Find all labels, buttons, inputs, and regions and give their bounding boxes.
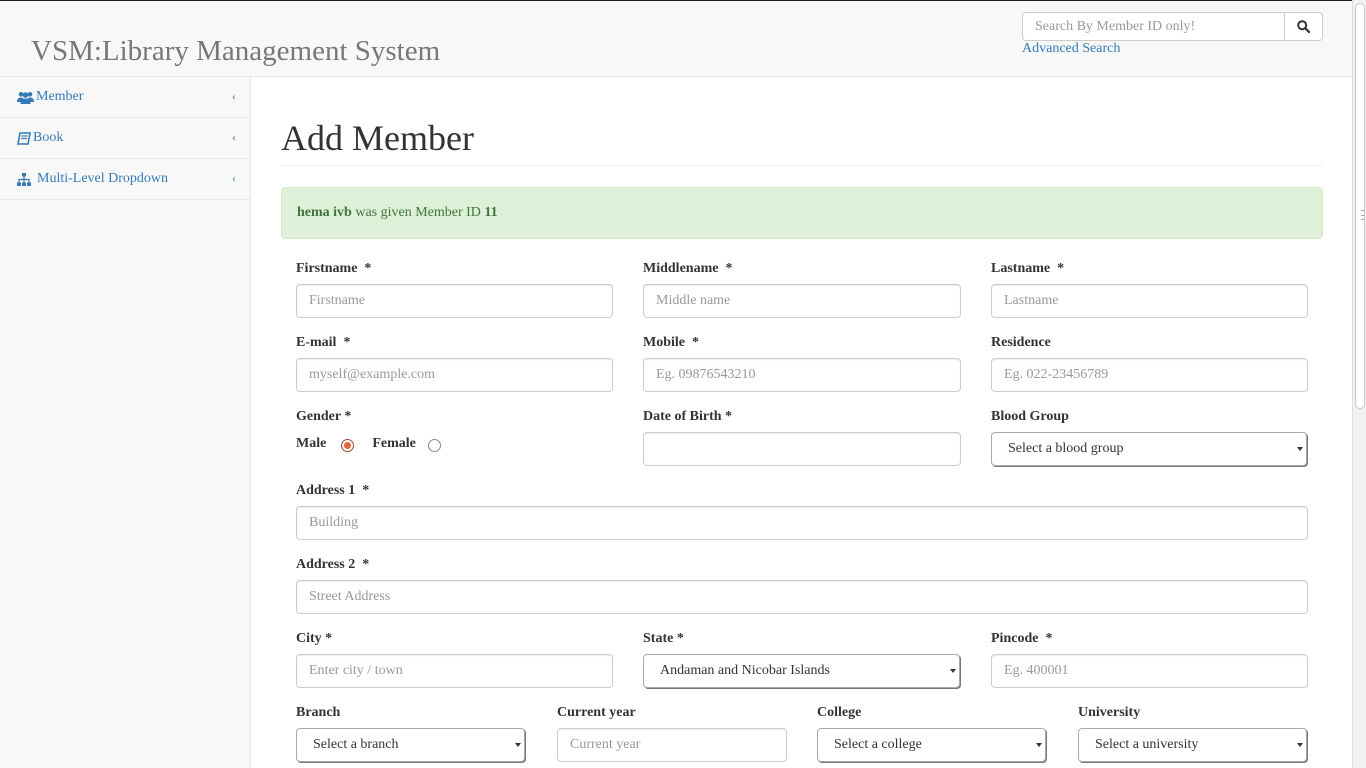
- address1-input[interactable]: [296, 506, 1308, 540]
- chevron-left-icon: ‹: [232, 130, 236, 144]
- book-icon: [17, 131, 31, 145]
- scrollbar-grip-icon: [1361, 210, 1365, 220]
- residence-input[interactable]: [991, 358, 1308, 392]
- current-year-input[interactable]: [557, 728, 787, 762]
- vertical-scrollbar[interactable]: [1352, 0, 1366, 768]
- branch-selected: Select a branch: [313, 737, 399, 752]
- middlename-label: Middlename *: [643, 261, 733, 276]
- pincode-group: Pincode *: [991, 631, 1308, 688]
- sidebar-item-book[interactable]: Book ‹: [0, 118, 250, 159]
- middlename-input[interactable]: [643, 284, 961, 318]
- city-group: City *: [296, 631, 613, 688]
- gender-group: Gender * Male Female: [296, 409, 613, 452]
- chevron-left-icon: ‹: [232, 171, 236, 185]
- top-navbar: VSM:Library Management System Advanced S…: [0, 1, 1352, 77]
- mobile-input[interactable]: [643, 358, 961, 392]
- email-field[interactable]: [296, 358, 613, 392]
- residence-group: Residence: [991, 335, 1308, 392]
- college-selected: Select a college: [834, 737, 922, 752]
- college-label: College: [817, 705, 862, 720]
- gender-male-radio[interactable]: [341, 439, 355, 452]
- branch-select[interactable]: Select a branch: [296, 728, 525, 762]
- sitemap-icon: [17, 172, 31, 186]
- users-icon: [17, 91, 34, 104]
- city-input[interactable]: [296, 654, 613, 688]
- blood-group-select[interactable]: Select a blood group: [991, 432, 1307, 466]
- university-select[interactable]: Select a university: [1078, 728, 1307, 762]
- gender-label: Gender *: [296, 409, 352, 424]
- scrollbar-thumb[interactable]: [1355, 3, 1365, 409]
- dropdown-arrow-icon: [1297, 743, 1303, 747]
- firstname-group: Firstname *: [296, 261, 613, 318]
- brand-title[interactable]: VSM:Library Management System: [31, 35, 440, 68]
- email-label: E-mail *: [296, 335, 351, 350]
- blood-group-selected: Select a blood group: [1008, 441, 1124, 456]
- state-label: State *: [643, 631, 684, 646]
- email-group: E-mail *: [296, 335, 613, 392]
- university-selected: Select a university: [1095, 737, 1199, 752]
- dropdown-arrow-icon: [1036, 743, 1042, 747]
- lastname-label: Lastname *: [991, 261, 1065, 276]
- alert-text: was given Member ID: [351, 205, 485, 220]
- success-alert: hema ivb was given Member ID 11: [281, 187, 1323, 239]
- middlename-group: Middlename *: [643, 261, 961, 318]
- dob-label: Date of Birth *: [643, 409, 733, 424]
- chevron-left-icon: ‹: [232, 89, 236, 103]
- advanced-search-link[interactable]: Advanced Search: [1022, 41, 1120, 57]
- dob-group: Date of Birth *: [643, 409, 961, 466]
- firstname-label: Firstname *: [296, 261, 372, 276]
- branch-label: Branch: [296, 705, 341, 720]
- blood-group-label: Blood Group: [991, 409, 1069, 424]
- lastname-input[interactable]: [991, 284, 1308, 318]
- address1-label: Address 1 *: [296, 483, 370, 498]
- dropdown-arrow-icon: [1297, 447, 1303, 451]
- branch-group: Branch Select a branch: [296, 705, 526, 762]
- sidebar-item-multi-level-dropdown[interactable]: Multi-Level Dropdown ‹: [0, 159, 250, 200]
- residence-label: Residence: [991, 335, 1051, 350]
- pincode-label: Pincode *: [991, 631, 1053, 646]
- mobile-label: Mobile *: [643, 335, 699, 350]
- mobile-group: Mobile *: [643, 335, 961, 392]
- gender-options: Male Female: [296, 435, 441, 452]
- current-year-group: Current year: [557, 705, 787, 762]
- address2-group: Address 2 *: [296, 557, 1308, 614]
- alert-member-id: 11: [484, 205, 498, 220]
- firstname-input[interactable]: [296, 284, 613, 318]
- gender-female-label: Female: [372, 435, 416, 451]
- title-divider: [281, 165, 1323, 166]
- state-selected: Andaman and Nicobar Islands: [660, 663, 830, 678]
- state-select[interactable]: Andaman and Nicobar Islands: [643, 654, 960, 688]
- search-button[interactable]: [1284, 12, 1323, 41]
- member-id-search-input[interactable]: [1022, 12, 1285, 41]
- blood-group-group: Blood Group Select a blood group: [991, 409, 1308, 466]
- college-select[interactable]: Select a college: [817, 728, 1046, 762]
- alert-member-name: hema ivb: [297, 205, 352, 220]
- current-year-label: Current year: [557, 705, 636, 720]
- college-group: College Select a college: [817, 705, 1047, 762]
- address1-group: Address 1 *: [296, 483, 1308, 540]
- dropdown-arrow-icon: [515, 743, 521, 747]
- state-group: State * Andaman and Nicobar Islands: [643, 631, 961, 688]
- pincode-input[interactable]: [991, 654, 1308, 688]
- dropdown-arrow-icon: [950, 669, 956, 673]
- university-group: University Select a university: [1078, 705, 1308, 762]
- university-label: University: [1078, 705, 1141, 720]
- sidebar-item-label: Multi-Level Dropdown: [37, 171, 169, 186]
- page-title: Add Member: [281, 118, 474, 158]
- sidebar-item-member[interactable]: Member ‹: [0, 77, 250, 118]
- address2-label: Address 2 *: [296, 557, 370, 572]
- address2-input[interactable]: [296, 580, 1308, 614]
- lastname-group: Lastname *: [991, 261, 1308, 318]
- gender-female-radio[interactable]: [427, 439, 441, 452]
- date-of-birth-input[interactable]: [643, 432, 961, 466]
- sidebar-item-label: Book: [33, 130, 64, 145]
- city-label: City *: [296, 631, 333, 646]
- sidebar: Member ‹ Book ‹ Multi-Level Dropdown ‹: [0, 77, 251, 768]
- sidebar-item-label: Member: [36, 89, 84, 104]
- gender-male-label: Male: [296, 435, 327, 451]
- search-icon: [1297, 20, 1310, 33]
